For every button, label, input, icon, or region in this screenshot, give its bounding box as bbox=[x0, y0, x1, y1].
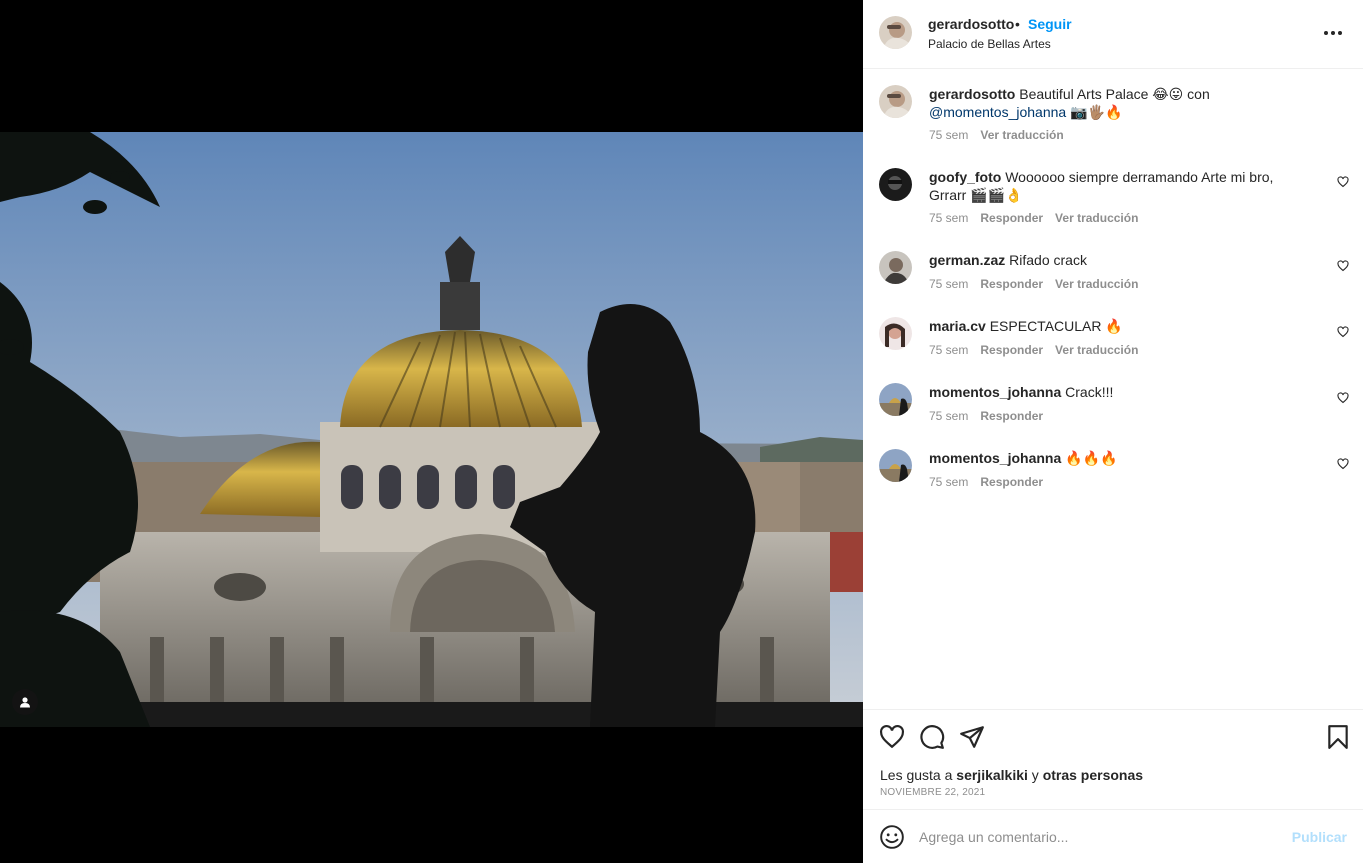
comment-text: Rifado crack bbox=[1009, 252, 1087, 268]
comment-username[interactable]: goofy_foto bbox=[929, 169, 1001, 185]
share-icon[interactable] bbox=[959, 724, 985, 750]
translate-link[interactable]: Ver traducción bbox=[1055, 343, 1138, 357]
comment-username[interactable]: momentos_johanna bbox=[929, 450, 1061, 466]
heart-icon[interactable] bbox=[1337, 326, 1349, 338]
author-avatar[interactable] bbox=[879, 16, 912, 49]
more-options-icon[interactable] bbox=[1321, 24, 1345, 42]
caption-mention[interactable]: @momentos_johanna bbox=[929, 104, 1066, 120]
author-username[interactable]: gerardosotto bbox=[928, 16, 1014, 32]
comment-icon[interactable] bbox=[919, 724, 945, 750]
comment-text: 🔥🔥🔥 bbox=[1065, 450, 1118, 466]
liker-username[interactable]: serjikalkiki bbox=[956, 767, 1028, 783]
comment-time[interactable]: 75 sem bbox=[929, 277, 968, 291]
commenter-avatar[interactable] bbox=[879, 317, 912, 350]
reply-button[interactable]: Responder bbox=[980, 211, 1043, 225]
follow-button[interactable]: Seguir bbox=[1028, 16, 1072, 32]
likes-summary: Les gusta a serjikalkiki y otras persona… bbox=[880, 767, 1143, 783]
post-details-panel: gerardosotto • Seguir Palacio de Bellas … bbox=[863, 0, 1363, 863]
publish-button[interactable]: Publicar bbox=[1292, 829, 1347, 845]
emoji-icon[interactable] bbox=[879, 824, 905, 850]
caption-text: Beautiful Arts Palace 😂😛 con bbox=[1019, 86, 1210, 102]
heart-icon[interactable] bbox=[1337, 176, 1349, 188]
heart-icon[interactable] bbox=[1337, 260, 1349, 272]
heart-icon[interactable] bbox=[879, 724, 905, 750]
comment-input[interactable] bbox=[919, 824, 1279, 850]
likes-others-link[interactable]: otras personas bbox=[1043, 767, 1143, 783]
likes-prefix: Les gusta a bbox=[880, 767, 953, 783]
caption-emoji: 📷🖐🏽🔥 bbox=[1070, 104, 1123, 120]
commenter-avatar[interactable] bbox=[879, 168, 912, 201]
caption-time[interactable]: 75 sem bbox=[929, 128, 968, 142]
post-header: gerardosotto • Seguir Palacio de Bellas … bbox=[863, 0, 1363, 69]
bookmark-icon[interactable] bbox=[1325, 724, 1351, 750]
heart-icon[interactable] bbox=[1337, 458, 1349, 470]
comment-time[interactable]: 75 sem bbox=[929, 475, 968, 489]
comment-username[interactable]: maria.cv bbox=[929, 318, 986, 334]
reply-button[interactable]: Responder bbox=[980, 409, 1043, 423]
post-location[interactable]: Palacio de Bellas Artes bbox=[928, 37, 1051, 51]
reply-button[interactable]: Responder bbox=[980, 475, 1043, 489]
post-photo[interactable] bbox=[0, 132, 863, 727]
translate-link[interactable]: Ver traducción bbox=[1055, 211, 1138, 225]
post-media bbox=[0, 0, 863, 863]
comment-time[interactable]: 75 sem bbox=[929, 409, 968, 423]
add-comment-bar: Publicar bbox=[863, 809, 1363, 863]
comment-time[interactable]: 75 sem bbox=[929, 343, 968, 357]
commenter-avatar[interactable] bbox=[879, 449, 912, 482]
heart-icon[interactable] bbox=[1337, 392, 1349, 404]
comment-text: ESPECTACULAR 🔥 bbox=[989, 318, 1123, 334]
comment-username[interactable]: german.zaz bbox=[929, 252, 1005, 268]
user-tag-icon[interactable] bbox=[12, 689, 38, 715]
translate-link[interactable]: Ver traducción bbox=[980, 128, 1063, 142]
post-date[interactable]: NOVIEMBRE 22, 2021 bbox=[880, 787, 985, 798]
comment-text: Crack!!! bbox=[1065, 384, 1114, 400]
comment-username[interactable]: momentos_johanna bbox=[929, 384, 1061, 400]
translate-link[interactable]: Ver traducción bbox=[1055, 277, 1138, 291]
commenter-avatar[interactable] bbox=[879, 383, 912, 416]
likes-conjunction: y bbox=[1031, 767, 1039, 783]
separator-dot: • bbox=[1015, 16, 1020, 32]
commenter-avatar[interactable] bbox=[879, 251, 912, 284]
caption-username[interactable]: gerardosotto bbox=[929, 86, 1015, 102]
reply-button[interactable]: Responder bbox=[980, 343, 1043, 357]
reply-button[interactable]: Responder bbox=[980, 277, 1043, 291]
comment-time[interactable]: 75 sem bbox=[929, 211, 968, 225]
comments-list: gerardosotto Beautiful Arts Palace 😂😛 co… bbox=[863, 69, 1363, 709]
post-actions: Les gusta a serjikalkiki y otras persona… bbox=[863, 709, 1363, 809]
author-avatar[interactable] bbox=[879, 85, 912, 118]
